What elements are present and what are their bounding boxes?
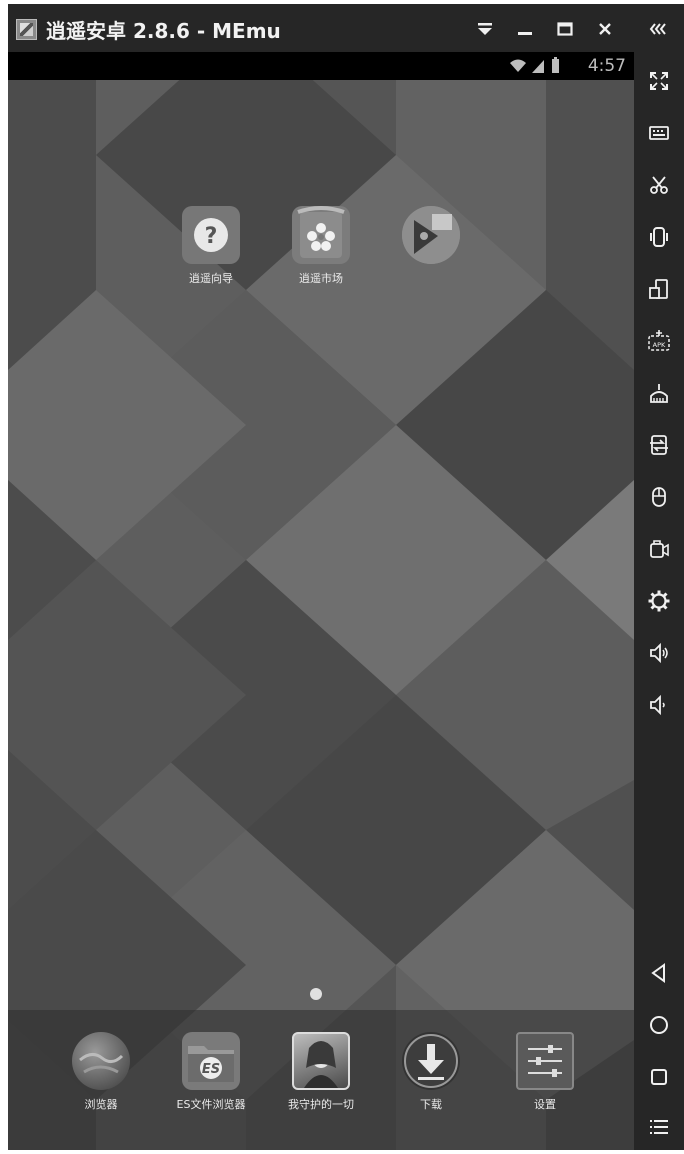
app-settings[interactable]: 设置 <box>490 1032 600 1112</box>
app-es-file-explorer[interactable]: ES ES文件浏览器 <box>156 1032 266 1112</box>
game-center-icon <box>402 206 460 264</box>
home-icon[interactable] <box>644 1010 674 1040</box>
collapse-sidebar-icon[interactable] <box>644 14 674 44</box>
download-icon <box>402 1032 460 1090</box>
settings-sliders-icon <box>516 1032 574 1090</box>
install-apk-icon[interactable]: APK <box>644 326 674 356</box>
app-label: 我守护的一切 <box>288 1098 354 1111</box>
emulator-window: 逍遥安卓 2.8.6 - MEmu 4:57 ? 逍遥向导 逍遥市场 浏览器 E… <box>8 4 684 1150</box>
app-label: ES文件浏览器 <box>176 1098 246 1111</box>
import-export-icon[interactable] <box>644 430 674 460</box>
app-label: 设置 <box>534 1098 556 1111</box>
fullscreen-icon[interactable] <box>644 66 674 96</box>
svg-text:?: ? <box>205 224 218 249</box>
window-title: 逍遥安卓 2.8.6 - MEmu <box>46 19 281 43</box>
android-home-screen[interactable]: ? 逍遥向导 逍遥市场 浏览器 ES ES文件浏览器 我守护的一切 下载 设置 <box>8 80 634 1150</box>
svg-text:ES: ES <box>202 1062 220 1077</box>
tool-sidebar: APK <box>634 52 684 1150</box>
minimize-icon[interactable] <box>510 14 540 44</box>
page-indicator <box>310 988 322 1000</box>
app-label: 浏览器 <box>84 1098 118 1111</box>
app-label: 下载 <box>420 1098 442 1111</box>
recents-icon[interactable] <box>644 1062 674 1092</box>
rotate-screen-icon[interactable] <box>644 274 674 304</box>
status-clock: 4:57 <box>587 56 626 76</box>
svg-text:APK: APK <box>653 341 666 349</box>
app-download[interactable]: 下载 <box>376 1032 486 1112</box>
title-bar: 逍遥安卓 2.8.6 - MEmu <box>8 4 684 52</box>
app-browser[interactable]: 浏览器 <box>46 1032 156 1112</box>
app-game-center[interactable] <box>376 206 486 270</box>
app-game[interactable]: 我守护的一切 <box>266 1032 376 1112</box>
keyboard-icon[interactable] <box>644 118 674 148</box>
clean-broom-icon[interactable] <box>644 378 674 408</box>
app-market-icon <box>292 206 350 264</box>
browser-globe-icon <box>72 1032 130 1090</box>
shake-icon[interactable] <box>644 222 674 252</box>
android-status-bar: 4:57 <box>8 52 634 80</box>
memu-logo-icon <box>16 19 37 40</box>
dropdown-icon[interactable] <box>470 14 500 44</box>
app-label: 逍遥市场 <box>299 272 343 285</box>
screenshot-scissors-icon[interactable] <box>644 170 674 200</box>
help-question-icon: ? <box>182 206 240 264</box>
video-record-icon[interactable] <box>644 534 674 564</box>
menu-icon[interactable] <box>644 1112 674 1142</box>
back-icon[interactable] <box>644 958 674 988</box>
app-xiaoyao-market[interactable]: 逍遥市场 <box>266 206 376 286</box>
app-xiaoyao-guide[interactable]: ? 逍遥向导 <box>156 206 266 286</box>
game-avatar-icon <box>292 1032 350 1090</box>
volume-down-icon[interactable] <box>644 690 674 720</box>
app-label: 逍遥向导 <box>189 272 233 285</box>
mouse-icon[interactable] <box>644 482 674 512</box>
es-file-explorer-icon: ES <box>182 1032 240 1090</box>
maximize-icon[interactable] <box>550 14 580 44</box>
volume-up-icon[interactable] <box>644 638 674 668</box>
signal-battery-icon <box>510 57 559 73</box>
close-icon[interactable] <box>590 14 620 44</box>
settings-gear-icon[interactable] <box>644 586 674 616</box>
